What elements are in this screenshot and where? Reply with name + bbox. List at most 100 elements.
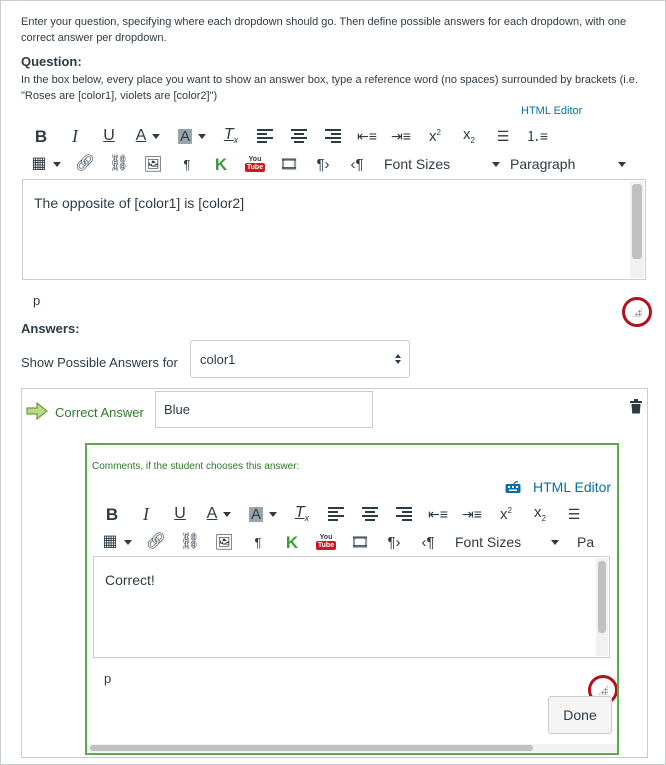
comments-editor[interactable]: Correct! [93, 556, 610, 658]
superscript-button[interactable]: x2 [489, 501, 523, 527]
pilcrow-button[interactable]: ¶ [241, 529, 275, 555]
table-button[interactable]: ▦ [95, 529, 139, 555]
rtl-button[interactable]: ‹¶ [340, 151, 374, 177]
question-element-path: p [33, 293, 41, 308]
link-button[interactable]: 🔗︎ [139, 529, 173, 555]
answer-text-input[interactable]: Blue [155, 391, 373, 428]
comments-editor-scrollbar[interactable] [596, 558, 608, 656]
align-center-button[interactable] [353, 501, 387, 527]
subscript-button[interactable]: x2 [523, 501, 557, 527]
outdent-button[interactable]: ⇤≡ [421, 501, 455, 527]
trash-icon[interactable] [629, 399, 643, 419]
scrollbar-thumb[interactable] [598, 561, 606, 633]
youtube-icon: You Tube [315, 534, 337, 550]
youtube-button[interactable]: You Tube [238, 151, 272, 177]
correct-answer-arrow-icon[interactable] [26, 401, 48, 425]
rtl-button[interactable]: ‹¶ [411, 529, 445, 555]
image-button[interactable]: 🖼︎ [207, 529, 241, 555]
intro-text: Enter your question, specifying where ea… [21, 16, 627, 44]
background-color-button[interactable]: A [170, 123, 214, 149]
kaltura-button[interactable]: K [275, 529, 309, 555]
chevron-down-icon [618, 161, 626, 167]
question-editor-content[interactable]: The opposite of [color1] is [color2] [34, 195, 244, 211]
numbered-list-button[interactable]: ⒈≡ [520, 123, 554, 149]
comments-editor-panel: Comments, if the student chooses this an… [85, 443, 619, 755]
resize-grip-icon [598, 685, 608, 695]
media-button[interactable]: 🎞︎ [272, 151, 306, 177]
paragraph-dropdown[interactable]: Pa [577, 534, 603, 550]
show-possible-answers-select[interactable]: color1 [190, 340, 410, 378]
align-center-button[interactable] [282, 123, 316, 149]
font-sizes-dropdown[interactable]: Font Sizes [455, 534, 559, 550]
ltr-button[interactable]: ¶› [377, 529, 411, 555]
media-button[interactable]: 🎞︎ [343, 529, 377, 555]
show-possible-answers-value: color1 [200, 352, 236, 367]
scrollbar-thumb[interactable] [632, 184, 642, 259]
align-right-button[interactable] [387, 501, 421, 527]
align-left-button[interactable] [319, 501, 353, 527]
bullet-list-button[interactable]: ☰ [486, 123, 520, 149]
image-icon: 🖼︎ [214, 533, 234, 551]
outdent-button[interactable]: ⇤≡ [350, 123, 384, 149]
text-color-button[interactable]: A [126, 123, 170, 149]
bullet-list-button[interactable]: ☰ [557, 501, 591, 527]
indent-button[interactable]: ⇥≡ [455, 501, 489, 527]
media-icon: 🎞︎ [350, 533, 370, 551]
italic-button[interactable]: I [58, 123, 92, 149]
ltr-button[interactable]: ¶› [306, 151, 340, 177]
bold-icon: B [34, 126, 48, 146]
question-editor-scrollbar[interactable] [630, 181, 644, 278]
numbered-list-icon: ⒈≡ [525, 128, 549, 144]
clear-formatting-button[interactable]: Tx [285, 501, 319, 527]
bold-button[interactable]: B [24, 123, 58, 149]
text-color-button[interactable]: A [197, 501, 241, 527]
subscript-button[interactable]: x2 [452, 123, 486, 149]
align-center-icon [291, 129, 307, 143]
link-icon: 🔗︎ [145, 533, 167, 550]
outdent-icon: ⇤≡ [428, 506, 448, 522]
scrollbar-thumb[interactable] [90, 745, 533, 751]
unlink-button[interactable]: ⛓︎ [102, 151, 136, 177]
pilcrow-button[interactable]: ¶ [170, 151, 204, 177]
question-resize-handle[interactable] [622, 297, 652, 327]
unlink-button[interactable]: ⛓︎ [173, 529, 207, 555]
subscript-icon: x2 [463, 126, 475, 145]
image-button[interactable]: 🖼︎ [136, 151, 170, 177]
background-color-button[interactable]: A [241, 501, 285, 527]
question-editor[interactable]: The opposite of [color1] is [color2] [22, 179, 646, 280]
select-arrows-icon [395, 354, 401, 364]
font-sizes-dropdown[interactable]: Font Sizes [384, 156, 500, 172]
html-editor-link[interactable]: HTML Editor [521, 105, 582, 117]
superscript-button[interactable]: x2 [418, 123, 452, 149]
align-left-button[interactable] [248, 123, 282, 149]
paragraph-dropdown[interactable]: Paragraph [510, 156, 626, 172]
italic-button[interactable]: I [129, 501, 163, 527]
text-color-icon: A [135, 127, 147, 144]
chevron-down-icon [152, 133, 161, 139]
comments-html-editor-link[interactable]: HTML Editor [505, 479, 611, 495]
underline-button[interactable]: U [92, 123, 126, 149]
font-sizes-label: Font Sizes [384, 156, 451, 172]
question-toolbar-row-2: ▦ 🔗︎ ⛓︎ 🖼︎ ¶ K You Tube 🎞︎ ¶› ‹¶ Font Siz… [24, 151, 626, 177]
correct-answer-label: Correct Answer [55, 405, 144, 420]
comments-toolbar-row-2: ▦ 🔗︎ ⛓︎ 🖼︎ ¶ K You Tube 🎞︎ ¶› ‹¶ Font Siz… [95, 529, 603, 555]
background-color-icon: A [177, 127, 192, 145]
done-button[interactable]: Done [548, 696, 612, 734]
paragraph-label: Paragraph [510, 156, 576, 172]
underline-button[interactable]: U [163, 501, 197, 527]
chevron-down-icon [52, 161, 61, 167]
align-center-icon [362, 507, 378, 521]
kaltura-button[interactable]: K [204, 151, 238, 177]
question-help-text: In the box below, every place you want t… [21, 74, 638, 102]
bold-button[interactable]: B [95, 501, 129, 527]
comments-toolbar-row-1: B I U A A Tx ⇤≡ ⇥≡ x2 x2 ☰ [95, 501, 591, 527]
comments-editor-content[interactable]: Correct! [105, 572, 155, 588]
bold-icon: B [105, 504, 119, 524]
link-button[interactable]: 🔗︎ [68, 151, 102, 177]
clear-formatting-button[interactable]: Tx [214, 123, 248, 149]
comments-horizontal-scrollbar[interactable] [87, 744, 617, 752]
table-button[interactable]: ▦ [24, 151, 68, 177]
youtube-button[interactable]: You Tube [309, 529, 343, 555]
indent-button[interactable]: ⇥≡ [384, 123, 418, 149]
align-right-button[interactable] [316, 123, 350, 149]
